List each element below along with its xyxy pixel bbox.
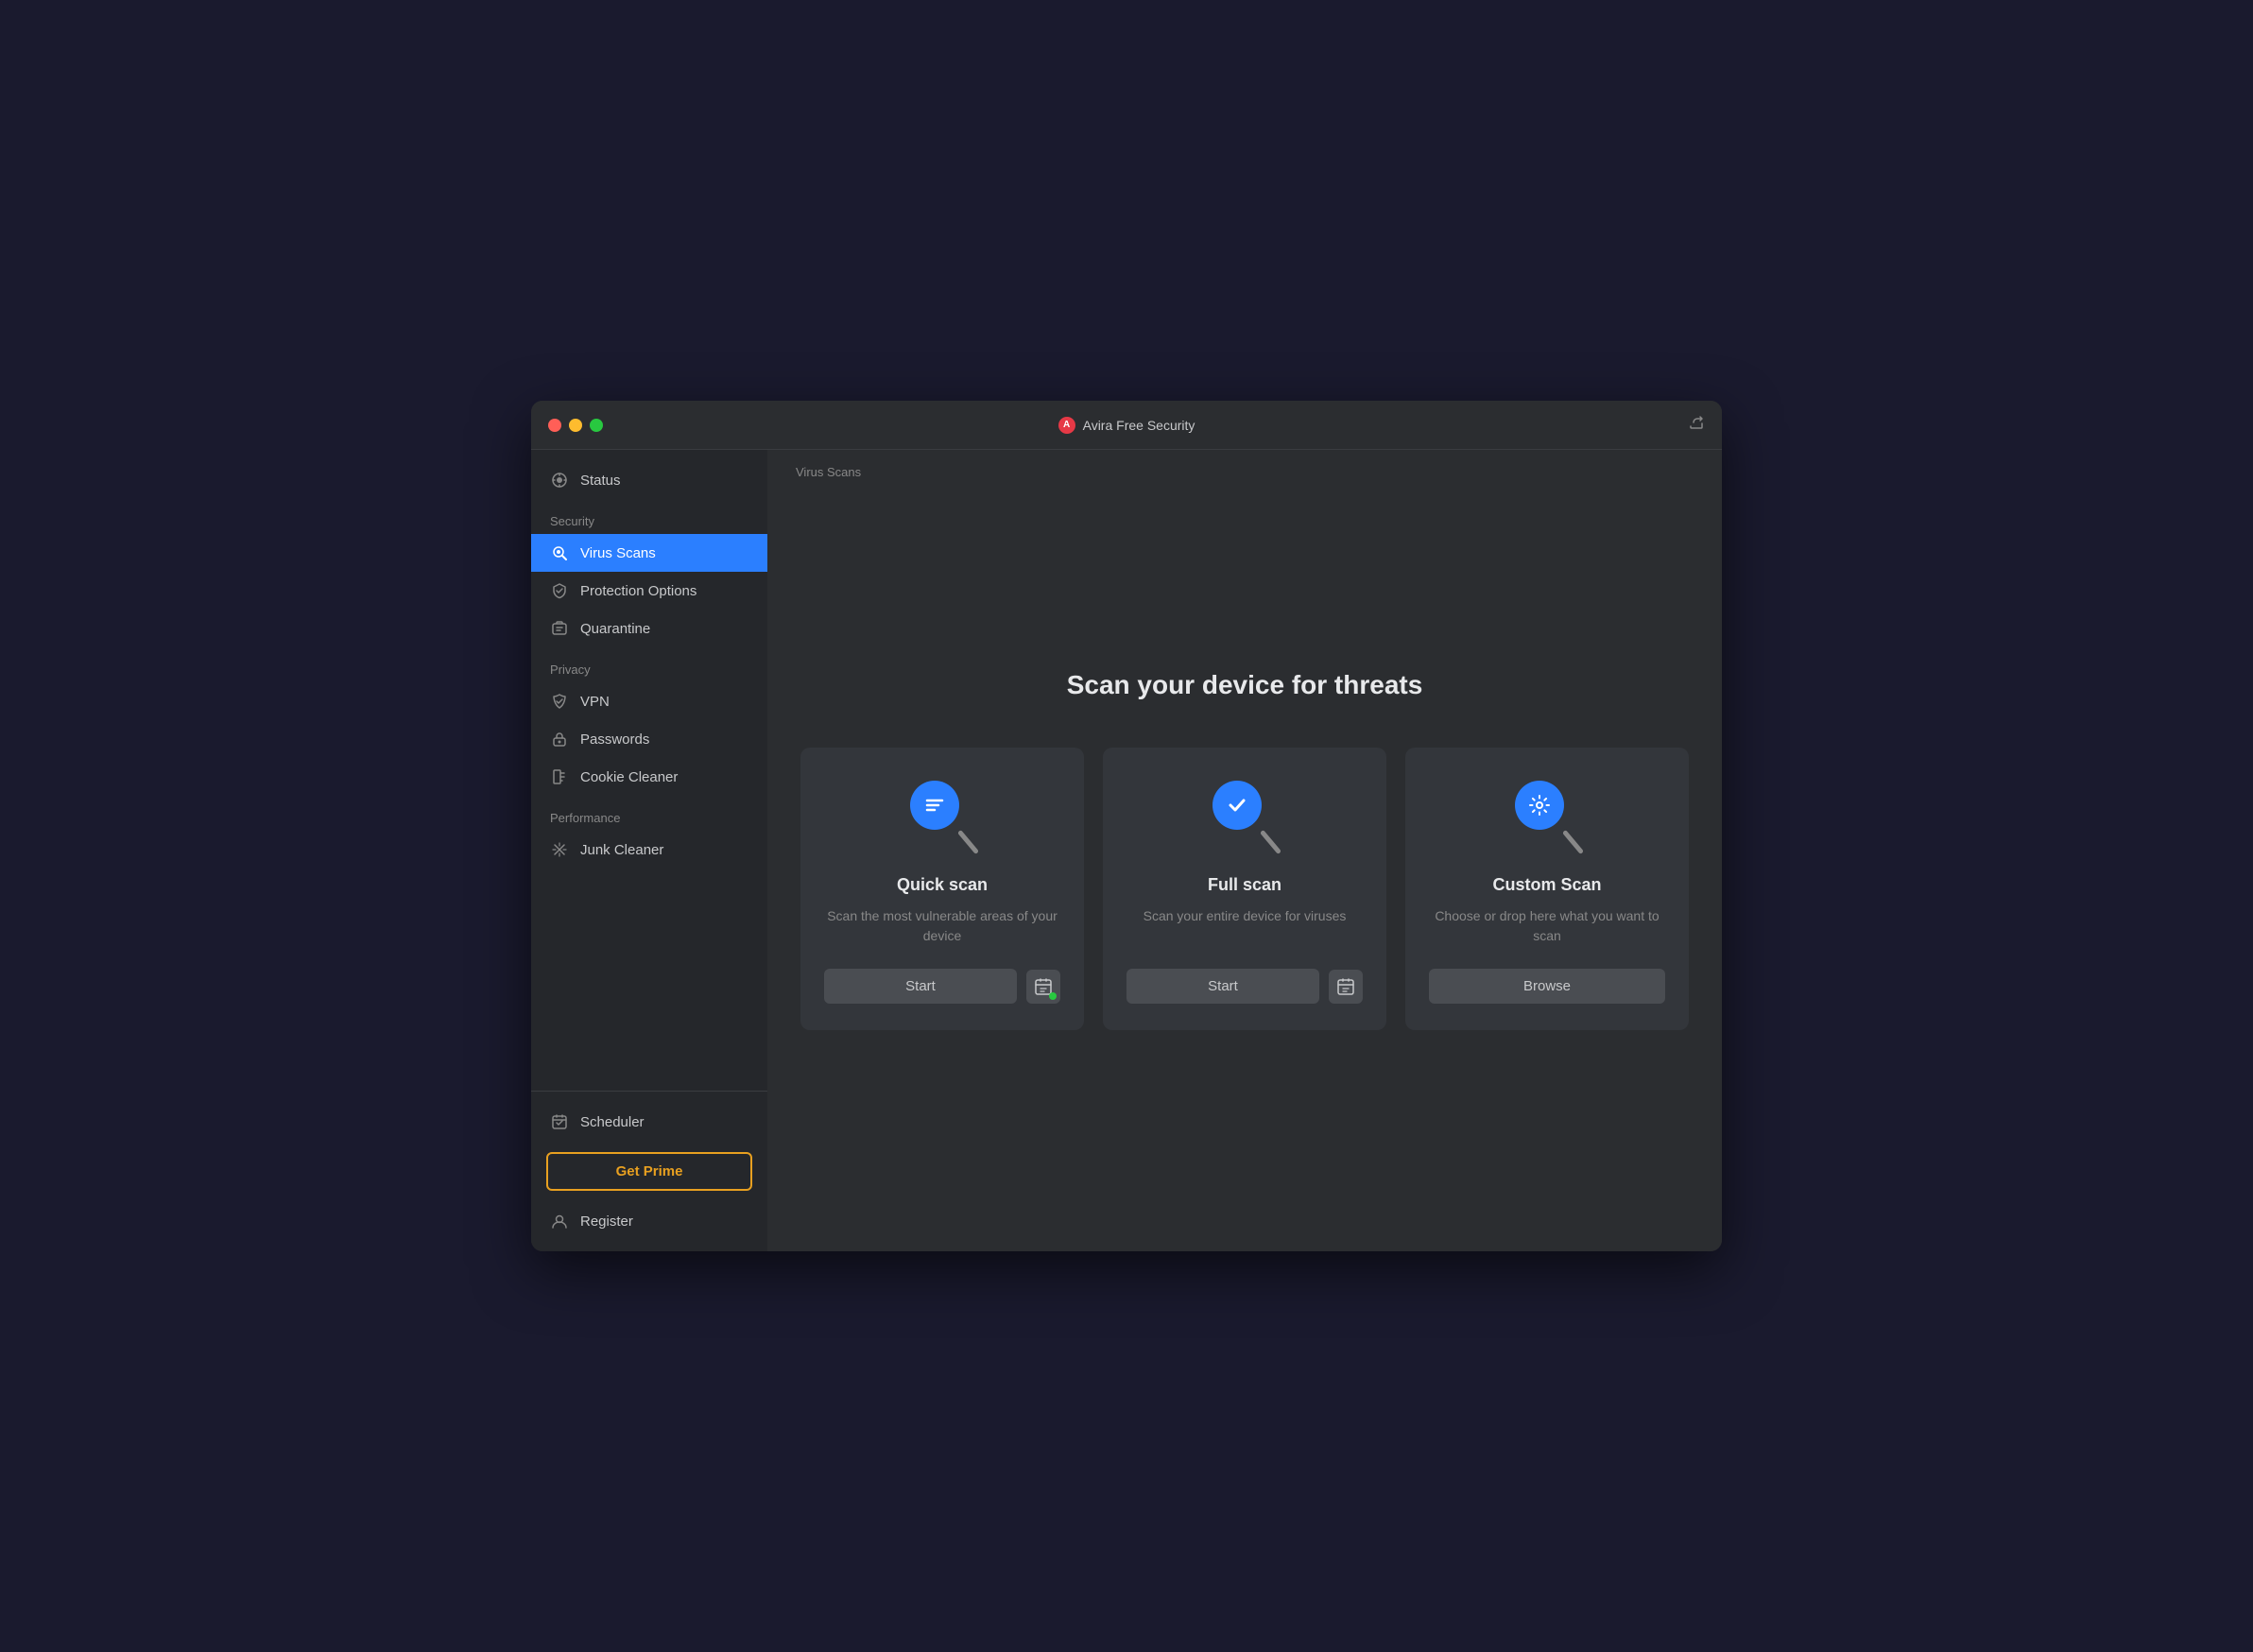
- full-scan-title: Full scan: [1208, 875, 1281, 895]
- cookie-cleaner-icon: [550, 767, 569, 786]
- sidebar-bottom: Scheduler Get Prime Register: [531, 1091, 767, 1251]
- custom-scan-icon: [1509, 781, 1585, 856]
- maximize-button[interactable]: [590, 419, 603, 432]
- sidebar-item-status[interactable]: Status: [531, 461, 767, 499]
- share-icon[interactable]: [1688, 414, 1705, 436]
- protection-options-icon: [550, 581, 569, 600]
- register-icon: [550, 1212, 569, 1230]
- titlebar-title: A Avira Free Security: [1058, 417, 1195, 434]
- close-button[interactable]: [548, 419, 561, 432]
- quick-scan-start-button[interactable]: Start: [824, 969, 1017, 1004]
- content-area: Virus Scans Scan your device for threats: [767, 450, 1722, 1251]
- scheduler-label: Scheduler: [580, 1114, 645, 1130]
- main-layout: Status Security Virus Scans: [531, 450, 1722, 1251]
- quick-scan-schedule-button[interactable]: [1026, 970, 1060, 1004]
- sidebar-item-virus-scans[interactable]: Virus Scans: [531, 534, 767, 572]
- sidebar-item-label: Virus Scans: [580, 545, 656, 561]
- sidebar-item-register[interactable]: Register: [531, 1202, 767, 1240]
- sidebar-status-label: Status: [580, 473, 621, 489]
- sidebar-item-junk-cleaner[interactable]: Junk Cleaner: [531, 831, 767, 869]
- section-label-security: Security: [531, 499, 767, 534]
- quick-scan-description: Scan the most vulnerable areas of your d…: [824, 906, 1060, 946]
- passwords-icon: [550, 730, 569, 749]
- sidebar-item-label: Passwords: [580, 731, 649, 748]
- sidebar-item-vpn[interactable]: VPN: [531, 682, 767, 720]
- sidebar-item-passwords[interactable]: Passwords: [531, 720, 767, 758]
- custom-scan-browse-button[interactable]: Browse: [1429, 969, 1665, 1004]
- section-label-performance: Performance: [531, 796, 767, 831]
- avira-logo-icon: A: [1058, 417, 1075, 434]
- magnifier-handle: [1562, 830, 1584, 854]
- sidebar-item-label: Protection Options: [580, 583, 697, 599]
- main-window: A Avira Free Security: [531, 401, 1722, 1251]
- schedule-active-indicator: [1049, 992, 1057, 1000]
- quarantine-icon: [550, 619, 569, 638]
- register-label: Register: [580, 1213, 633, 1230]
- quick-scan-title: Quick scan: [897, 875, 988, 895]
- full-scan-schedule-button[interactable]: [1329, 970, 1363, 1004]
- app-title: Avira Free Security: [1083, 418, 1195, 433]
- sidebar: Status Security Virus Scans: [531, 450, 767, 1251]
- sidebar-item-cookie-cleaner[interactable]: Cookie Cleaner: [531, 758, 767, 796]
- sidebar-item-label: Junk Cleaner: [580, 842, 663, 858]
- virus-scans-icon: [550, 543, 569, 562]
- scan-cards-container: Quick scan Scan the most vulnerable area…: [800, 748, 1689, 1030]
- custom-scan-card: Custom Scan Choose or drop here what you…: [1405, 748, 1689, 1030]
- sidebar-item-label: Quarantine: [580, 621, 650, 637]
- content-main: Scan your device for threats: [767, 487, 1722, 1251]
- magnifier-handle: [1260, 830, 1281, 854]
- full-scan-actions: Start: [1126, 969, 1363, 1004]
- full-scan-circle-icon: [1212, 781, 1262, 830]
- sidebar-item-protection-options[interactable]: Protection Options: [531, 572, 767, 610]
- status-icon: [550, 471, 569, 490]
- custom-scan-description: Choose or drop here what you want to sca…: [1429, 906, 1665, 946]
- get-prime-button[interactable]: Get Prime: [546, 1152, 752, 1191]
- vpn-icon: [550, 692, 569, 711]
- junk-cleaner-icon: [550, 840, 569, 859]
- full-scan-icon: [1207, 781, 1282, 856]
- minimize-button[interactable]: [569, 419, 582, 432]
- titlebar: A Avira Free Security: [531, 401, 1722, 450]
- sidebar-item-label: Cookie Cleaner: [580, 769, 678, 785]
- custom-scan-actions: Browse: [1429, 969, 1665, 1004]
- scheduler-icon: [550, 1112, 569, 1131]
- custom-scan-circle-icon: [1515, 781, 1564, 830]
- quick-scan-icon: [904, 781, 980, 856]
- full-scan-card: Full scan Scan your entire device for vi…: [1103, 748, 1386, 1030]
- custom-scan-title: Custom Scan: [1492, 875, 1601, 895]
- full-scan-start-button[interactable]: Start: [1126, 969, 1319, 1004]
- quick-scan-actions: Start: [824, 969, 1060, 1004]
- quick-scan-circle-icon: [910, 781, 959, 830]
- magnifier-handle: [957, 830, 979, 854]
- sidebar-item-quarantine[interactable]: Quarantine: [531, 610, 767, 647]
- sidebar-top: Status Security Virus Scans: [531, 450, 767, 1091]
- traffic-lights: [548, 419, 603, 432]
- section-label-privacy: Privacy: [531, 647, 767, 682]
- quick-scan-card: Quick scan Scan the most vulnerable area…: [800, 748, 1084, 1030]
- full-scan-description: Scan your entire device for viruses: [1144, 906, 1347, 946]
- page-title: Scan your device for threats: [1067, 670, 1423, 700]
- sidebar-item-label: VPN: [580, 694, 610, 710]
- breadcrumb: Virus Scans: [767, 450, 1722, 487]
- sidebar-item-scheduler[interactable]: Scheduler: [531, 1103, 767, 1141]
